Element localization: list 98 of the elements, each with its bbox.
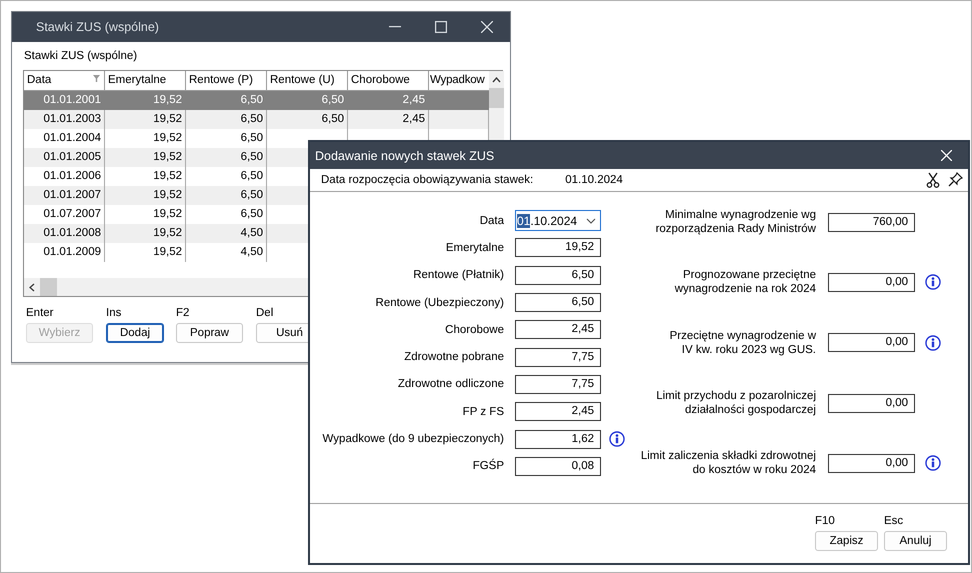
table-cell: 6,50 bbox=[240, 94, 263, 106]
table-cell: 6,50 bbox=[322, 113, 344, 125]
table-cell: 01.07.2007 bbox=[43, 208, 101, 220]
table-cell: 19,52 bbox=[153, 113, 182, 125]
table-cell: 19,52 bbox=[153, 132, 182, 144]
info-icon[interactable] bbox=[925, 274, 941, 290]
input-field[interactable]: 6,50 bbox=[515, 293, 601, 312]
input-field[interactable]: 0,00 bbox=[828, 272, 915, 292]
input-field[interactable]: 0,08 bbox=[515, 456, 601, 476]
table-row[interactable]: 01.01.2003 19,52 6,50 6,50 2,45 bbox=[24, 110, 489, 129]
table-cell: 01.01.2009 bbox=[43, 246, 101, 258]
scroll-left-icon[interactable] bbox=[29, 282, 35, 292]
input-field[interactable]: 2,45 bbox=[515, 402, 601, 422]
action-button[interactable]: Dodaj bbox=[106, 323, 164, 343]
field-label: FGŚP bbox=[472, 460, 504, 472]
input-field[interactable]: 7,75 bbox=[515, 374, 601, 394]
window-title: Stawki ZUS (wspólne) bbox=[35, 20, 160, 34]
maximize-icon[interactable] bbox=[435, 21, 447, 33]
field-label: Chorobowe bbox=[444, 324, 504, 336]
shortcut-key: Enter bbox=[26, 307, 54, 319]
table-cell: 19,52 bbox=[153, 151, 182, 163]
table-cell: 19,52 bbox=[153, 170, 182, 182]
shortcut-key: Esc bbox=[884, 515, 904, 527]
table-cell: 6,50 bbox=[240, 151, 263, 163]
minimize-icon[interactable] bbox=[389, 26, 401, 28]
input-field[interactable]: 1,62 bbox=[515, 430, 601, 449]
input-field[interactable]: 2,45 bbox=[515, 320, 601, 340]
column-header[interactable]: Chorobowe bbox=[351, 74, 410, 86]
action-button[interactable]: Anuluj bbox=[884, 531, 947, 551]
table-cell: 6,50 bbox=[240, 132, 263, 144]
pin-icon[interactable] bbox=[948, 172, 963, 187]
table-cell: 01.01.2005 bbox=[43, 151, 101, 163]
input-field[interactable]: 0,00 bbox=[828, 394, 915, 413]
action-button[interactable]: Popraw bbox=[176, 323, 243, 343]
input-field[interactable]: 7,75 bbox=[515, 348, 601, 367]
table-cell: 01.01.2003 bbox=[43, 113, 101, 125]
table-cell: 6,50 bbox=[322, 94, 344, 106]
table-cell: 19,52 bbox=[153, 227, 182, 239]
scroll-thumb[interactable] bbox=[489, 88, 504, 108]
field-label: Wypadkowe (do 9 ubezpieczonych) bbox=[322, 433, 504, 446]
column-header[interactable]: Wypadkow bbox=[430, 74, 485, 86]
dropdown-icon[interactable] bbox=[586, 218, 596, 224]
input-field[interactable]: 19,52 bbox=[515, 238, 601, 258]
column-header[interactable]: Rentowe (P) bbox=[189, 74, 253, 86]
table-cell: 19,52 bbox=[153, 189, 182, 201]
table-cell: 01.01.2007 bbox=[43, 189, 101, 201]
table-cell: 2,45 bbox=[402, 113, 425, 125]
section-heading: Stawki ZUS (wspólne) bbox=[24, 50, 138, 62]
table-cell: 6,50 bbox=[240, 208, 263, 220]
close-icon[interactable] bbox=[481, 21, 493, 33]
table-cell: 19,52 bbox=[153, 94, 182, 106]
table-cell: 6,50 bbox=[240, 113, 263, 125]
column-header[interactable]: Emerytalne bbox=[108, 74, 166, 86]
table-cell: 19,52 bbox=[153, 246, 182, 258]
field-label: Data bbox=[478, 214, 504, 227]
input-field[interactable]: 0,00 bbox=[828, 454, 915, 473]
info-icon[interactable] bbox=[925, 455, 941, 472]
field-label: Prognozowane przeciętne wynagrodzenie na rok 2024 bbox=[674, 268, 816, 296]
input-field[interactable]: 6,50 bbox=[515, 266, 601, 285]
info-value: 01.10.2024 bbox=[565, 174, 623, 186]
shortcut-key: Ins bbox=[106, 307, 122, 319]
action-button[interactable]: Zapisz bbox=[815, 531, 878, 551]
field-label: Rentowe (Płatnik) bbox=[412, 269, 504, 282]
scroll-thumb[interactable] bbox=[40, 278, 57, 296]
column-header[interactable]: Data bbox=[27, 74, 52, 86]
table-cell: 6,50 bbox=[240, 170, 263, 182]
info-icon[interactable] bbox=[925, 334, 941, 351]
table-cell: 2,45 bbox=[402, 94, 425, 106]
shortcut-key: F10 bbox=[815, 515, 835, 527]
table-cell: 4,50 bbox=[240, 227, 263, 239]
table-cell: 4,50 bbox=[240, 246, 263, 258]
table-cell: 01.01.2001 bbox=[43, 94, 101, 106]
field-label: Zdrowotne pobrane bbox=[403, 351, 504, 364]
scroll-up-icon[interactable] bbox=[492, 77, 501, 83]
table-cell: 01.01.2008 bbox=[43, 227, 101, 239]
column-header[interactable]: Rentowe (U) bbox=[270, 74, 335, 86]
table-cell: 19,52 bbox=[153, 208, 182, 220]
field-label: Minimalne wynagrodzenie wg rozporządzenia Rady Ministrów bbox=[654, 208, 816, 236]
input-field[interactable]: 760,00 bbox=[828, 212, 915, 232]
field-label: Limit przychodu z pozarolniczej działalności gospodarczej bbox=[655, 389, 816, 418]
date-field[interactable]: 01.10.2024 bbox=[515, 210, 601, 232]
table-cell: 01.01.2006 bbox=[43, 170, 101, 182]
field-label: Zdrowotne odliczone bbox=[396, 378, 504, 390]
field-label: FP z FS bbox=[462, 406, 504, 418]
input-field[interactable]: 0,00 bbox=[828, 333, 915, 352]
table-row[interactable]: 01.01.2001 19,52 6,50 6,50 2,45 bbox=[24, 91, 489, 110]
shortcut-key: Del bbox=[256, 307, 274, 319]
shortcut-key: F2 bbox=[176, 307, 190, 319]
scissors-icon[interactable] bbox=[926, 172, 940, 188]
filter-icon[interactable] bbox=[93, 75, 100, 82]
info-icon[interactable] bbox=[609, 431, 625, 448]
field-label: Limit zaliczenia składki zdrowotnej do kosztów w roku 2024 bbox=[640, 449, 816, 478]
field-label: Emerytalne bbox=[444, 242, 504, 254]
field-label: Przeciętne wynagrodzenie w IV kw. roku 2023 wg GUS. bbox=[668, 328, 816, 357]
table-cell: 01.01.2004 bbox=[43, 132, 101, 144]
table-cell: 6,50 bbox=[240, 189, 263, 201]
field-label: Rentowe (Ubezpieczony) bbox=[374, 296, 504, 309]
info-label: Data rozpoczęcia obowiązywania stawek: bbox=[321, 174, 534, 186]
